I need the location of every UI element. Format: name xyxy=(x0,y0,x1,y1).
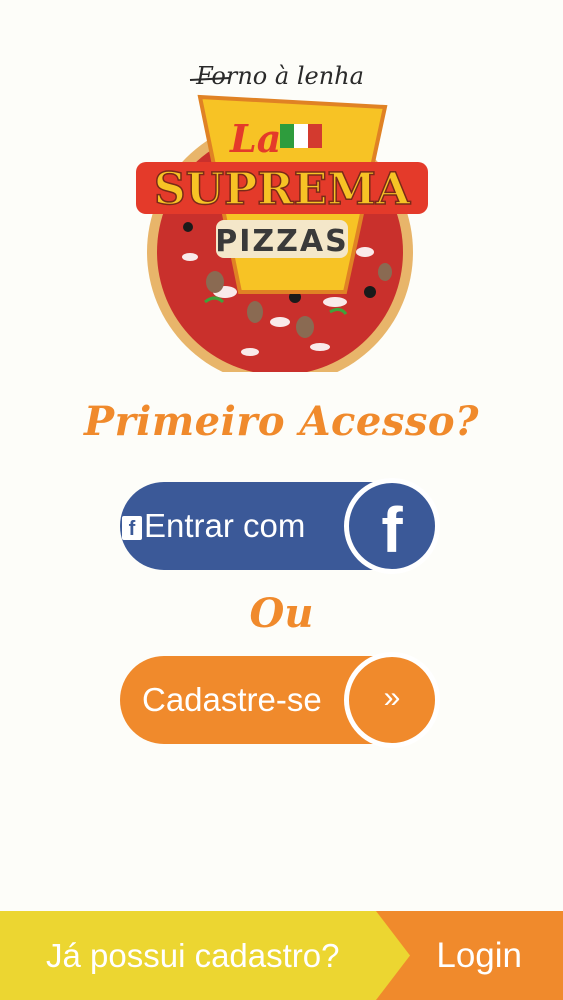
brand-logo: Forno à lenha La SUPREMA PIZZAS xyxy=(130,52,430,372)
facebook-login-label: Entrar com xyxy=(144,507,306,544)
register-button[interactable]: Cadastre-se » xyxy=(120,652,440,748)
facebook-icon-circle: f xyxy=(344,478,440,574)
footer-bar: Já possui cadastro? Login xyxy=(0,911,563,1000)
italy-flag-icon xyxy=(280,124,322,148)
register-icon-circle: » xyxy=(344,652,440,748)
facebook-icon: f xyxy=(381,494,403,566)
footer-question-panel: Já possui cadastro? xyxy=(0,911,410,1000)
register-label: Cadastre-se xyxy=(142,681,322,718)
double-chevron-right-icon: » xyxy=(383,681,401,714)
logo-brand: SUPREMA xyxy=(154,164,411,215)
already-registered-text: Já possui cadastro? xyxy=(46,937,340,974)
logo-la: La xyxy=(229,116,281,161)
login-button[interactable]: Login xyxy=(436,911,522,1000)
logo-tagline: Forno à lenha xyxy=(195,62,364,90)
logo-subtitle: PIZZAS xyxy=(215,224,348,259)
facebook-login-button[interactable]: f Entrar com f xyxy=(120,478,440,574)
or-separator: Ou xyxy=(249,590,314,637)
facebook-small-icon: f xyxy=(122,516,142,540)
first-access-heading: Primeiro Acesso? xyxy=(84,398,479,445)
